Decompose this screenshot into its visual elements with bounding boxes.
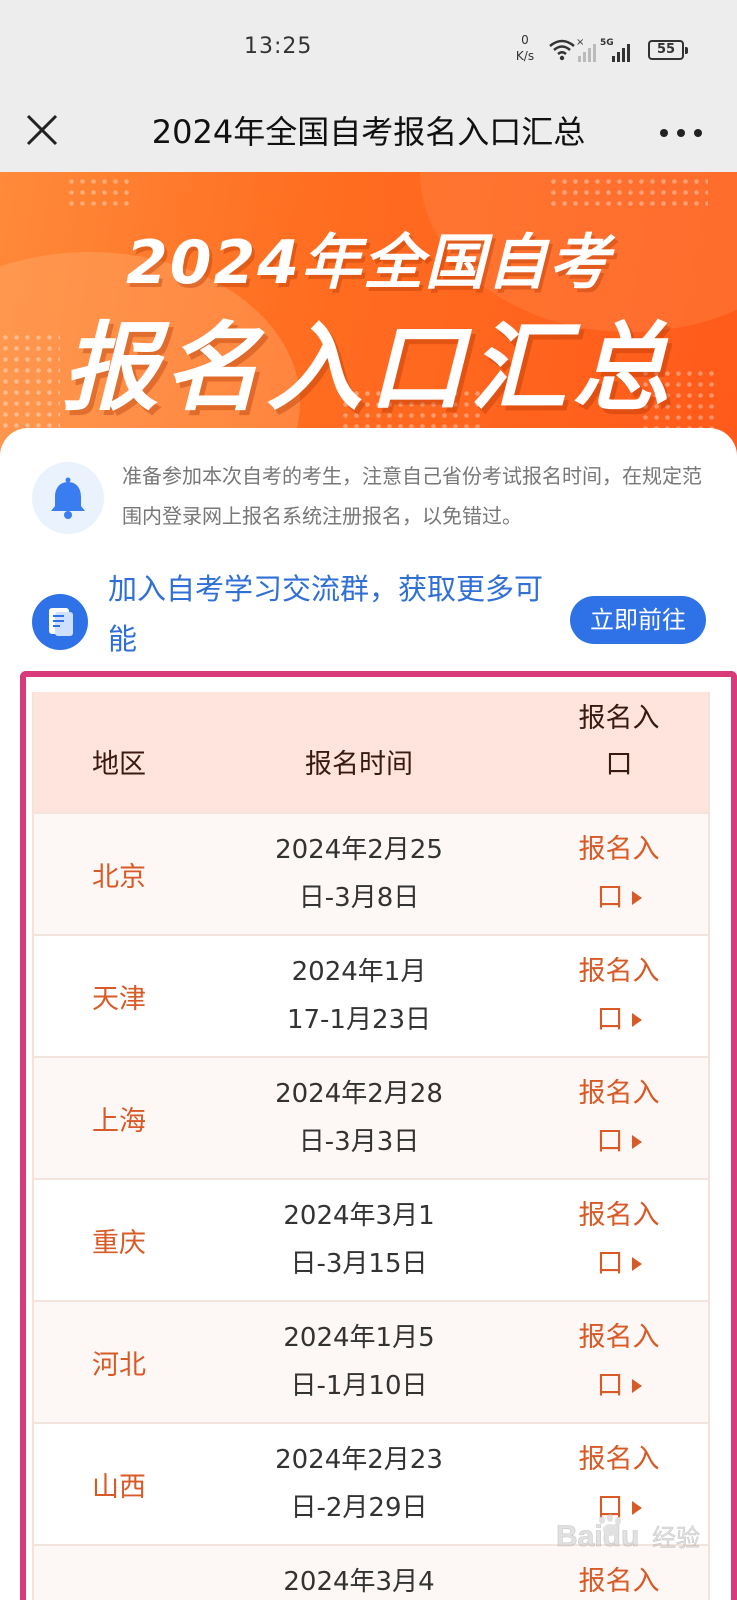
banner-dots-decoration (548, 176, 708, 210)
network-speed: 0 K/s (510, 32, 540, 64)
wifi-icon (549, 39, 575, 61)
table-row: 上海 2024年2月28 日-3月3日 报名入 口 (34, 1056, 708, 1178)
row-time: 2024年3月1 日-3月15日 (234, 1192, 484, 1288)
row-time: 2024年1月5 日-1月10日 (234, 1314, 484, 1410)
link-line1: 报名入 (578, 1444, 660, 1475)
close-icon[interactable] (22, 110, 64, 152)
row-region: 上海 (92, 1105, 146, 1137)
more-icon[interactable] (656, 118, 706, 148)
status-bar: 13:25 0 K/s × 5G 55 (0, 0, 737, 100)
registration-link[interactable]: 报名入 (564, 1558, 674, 1600)
link-line2: 口 (596, 1004, 624, 1035)
row-region: 河北 (92, 1349, 146, 1381)
row-time-line1: 2024年1月5 (283, 1323, 435, 1353)
signal-icons: × 5G (549, 37, 630, 62)
banner-dots-decoration (66, 176, 130, 210)
row-region (34, 1546, 204, 1600)
battery-icon: 55 (648, 40, 688, 60)
arrow-right-icon (631, 1379, 642, 1393)
network-speed-unit: K/s (515, 49, 535, 63)
row-time-line1: 2024年2月23 (275, 1445, 443, 1475)
row-region: 山西 (92, 1471, 146, 1503)
table-row: 天津 2024年1月 17-1月23日 报名入 口 (34, 934, 708, 1056)
signal-bars-icon-1: × (576, 37, 596, 62)
header-entry-line2: 口 (605, 749, 633, 780)
link-line2-wrap: 口 (564, 1240, 674, 1288)
banner: 2024年全国自考 报名入口汇总 (0, 172, 737, 462)
nav-bar: 2024年全国自考报名入口汇总 (0, 100, 737, 172)
link-line2: 口 (596, 882, 624, 913)
link-line2: 口 (596, 1248, 624, 1279)
row-time: 2024年2月23 日-2月29日 (234, 1436, 484, 1532)
link-line1: 报名入 (578, 834, 660, 865)
header-region: 地区 (92, 749, 146, 780)
svg-text:Baidu: Baidu (556, 1520, 639, 1553)
row-time: 2024年2月28 日-3月3日 (234, 1070, 484, 1166)
notice-text: 准备参加本次自考的考生，注意自己省份考试报名时间，在规定范围内登录网上报名系统注… (122, 464, 702, 528)
row-time-line1: 2024年3月1 (283, 1201, 435, 1231)
row-time-line1: 2024年3月4 (283, 1567, 435, 1597)
link-line1: 报名入 (578, 1566, 660, 1597)
registration-link[interactable]: 报名入 口 (564, 1192, 674, 1288)
link-line1: 报名入 (578, 1322, 660, 1353)
registration-link[interactable]: 报名入 口 (564, 826, 674, 922)
row-time: 2024年2月25 日-3月8日 (234, 826, 484, 922)
svg-text:×: × (576, 37, 584, 48)
link-line1: 报名入 (578, 1078, 660, 1109)
svg-text:5G: 5G (600, 38, 614, 48)
link-line2-wrap: 口 (564, 874, 674, 922)
header-entry: 报名入 口 (564, 696, 674, 788)
baidu-watermark-logo: Baidu 经验 (556, 1514, 700, 1553)
row-time-line1: 2024年2月25 (275, 835, 443, 865)
header-entry-line1: 报名入 (578, 703, 660, 734)
link-line1: 报名入 (578, 956, 660, 987)
row-time-line2: 日-3月3日 (298, 1127, 420, 1157)
arrow-right-icon (631, 891, 642, 905)
row-time-line2: 17-1月23日 (286, 1005, 432, 1035)
table-row: 北京 2024年2月25 日-3月8日 报名入 口 (34, 812, 708, 934)
row-time-line1: 2024年2月28 (275, 1079, 443, 1109)
banner-headline: 2024年全国自考 (126, 228, 611, 298)
row-time-line2: 日-3月15日 (290, 1249, 428, 1279)
join-group-link[interactable]: 加入自考学习交流群，获取更多可能 (108, 564, 558, 664)
row-time: 2024年3月4 (234, 1558, 484, 1600)
link-line2-wrap: 口 (564, 1362, 674, 1410)
bell-icon (32, 462, 104, 534)
link-line2-wrap: 口 (564, 1118, 674, 1166)
row-time: 2024年1月 17-1月23日 (234, 948, 484, 1044)
header-time: 报名时间 (305, 749, 413, 780)
signal-bars-icon-2: 5G (600, 38, 630, 62)
status-time: 13:25 (244, 34, 313, 59)
registration-link[interactable]: 报名入 口 (564, 1314, 674, 1410)
row-time-line2: 日-2月29日 (290, 1493, 428, 1523)
link-line2: 口 (596, 1370, 624, 1401)
registration-link[interactable]: 报名入 口 (564, 1070, 674, 1166)
row-time-line2: 日-1月10日 (290, 1371, 428, 1401)
arrow-right-icon (631, 1135, 642, 1149)
arrow-right-icon (631, 1013, 642, 1027)
row-region: 重庆 (92, 1227, 146, 1259)
table-row: 重庆 2024年3月1 日-3月15日 报名入 口 (34, 1178, 708, 1300)
go-now-button[interactable]: 立即前往 (570, 596, 706, 644)
arrow-right-icon (631, 1257, 642, 1271)
registration-table: 地区 报名时间 报名入 口 北京 2024年2月25 日-3月8日 报名入 口 … (32, 692, 710, 1600)
document-icon (32, 594, 88, 650)
row-region: 天津 (92, 983, 146, 1015)
svg-text:经验: 经验 (652, 1524, 700, 1552)
link-line1: 报名入 (578, 1200, 660, 1231)
row-time-line1: 2024年1月 (291, 957, 427, 987)
row-time-line2: 日-3月8日 (298, 883, 420, 913)
link-line2-wrap: 口 (564, 996, 674, 1044)
table-header: 地区 报名时间 报名入 口 (34, 692, 708, 812)
row-region: 北京 (92, 861, 146, 893)
network-speed-value: 0 (521, 33, 529, 47)
banner-subheadline: 报名入口汇总 (62, 312, 675, 424)
table-row: 河北 2024年1月5 日-1月10日 报名入 口 (34, 1300, 708, 1422)
link-line2: 口 (596, 1126, 624, 1157)
page-title: 2024年全国自考报名入口汇总 (151, 113, 586, 151)
registration-link[interactable]: 报名入 口 (564, 948, 674, 1044)
